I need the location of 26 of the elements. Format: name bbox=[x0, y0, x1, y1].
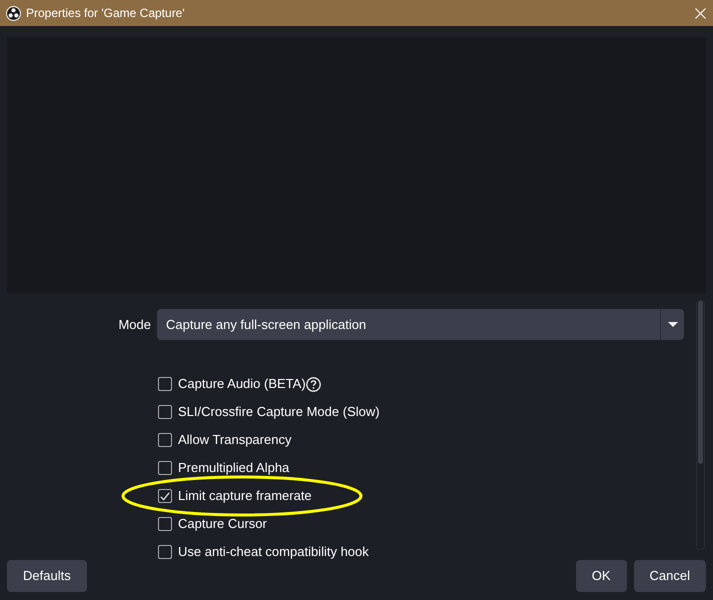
app-logo-icon bbox=[6, 6, 21, 20]
caret-icon bbox=[668, 322, 678, 327]
checkbox-label[interactable]: Use anti-cheat compatibility hook bbox=[178, 542, 369, 561]
checkbox[interactable] bbox=[158, 433, 172, 447]
dialog-button[interactable]: Cancel bbox=[634, 560, 706, 592]
checkbox[interactable] bbox=[158, 545, 172, 559]
scrollbar-track[interactable] bbox=[696, 300, 705, 550]
close-icon bbox=[694, 8, 706, 18]
help-icon[interactable] bbox=[306, 376, 321, 392]
window-title: Properties for 'Game Capture' bbox=[26, 5, 185, 22]
checkbox-label[interactable]: Capture Audio (BETA) bbox=[178, 374, 306, 394]
checkmark-icon bbox=[160, 492, 170, 500]
dialog-button[interactable]: Defaults bbox=[7, 560, 87, 592]
checkbox[interactable] bbox=[158, 461, 172, 475]
checkbox-label[interactable]: SLI/Crossfire Capture Mode (Slow) bbox=[178, 402, 380, 422]
mode-label: Mode bbox=[118, 316, 151, 334]
mode-dropdown[interactable]: Capture any full-screen application bbox=[157, 309, 684, 340]
checkbox[interactable] bbox=[158, 489, 172, 503]
dialog-button[interactable]: OK bbox=[576, 560, 627, 592]
checkbox-label[interactable]: Allow Transparency bbox=[178, 430, 292, 450]
checkbox[interactable] bbox=[158, 377, 172, 391]
checkbox-label[interactable]: Capture Cursor bbox=[178, 514, 267, 534]
checkbox[interactable] bbox=[158, 405, 172, 419]
scrollbar-thumb[interactable] bbox=[698, 301, 703, 464]
checkbox[interactable] bbox=[158, 517, 172, 531]
checkbox-label[interactable]: Premultiplied Alpha bbox=[178, 458, 290, 478]
